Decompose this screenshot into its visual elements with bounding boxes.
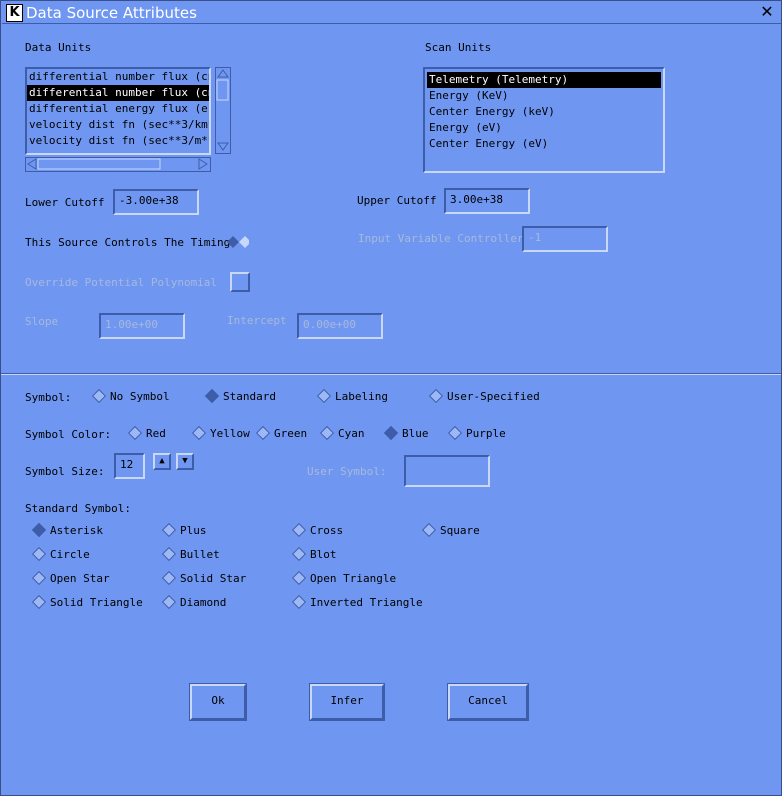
radio-diamond-icon (291, 522, 307, 538)
std-symbol-bullet[interactable]: Bullet (161, 546, 220, 562)
std-symbol-open-star[interactable]: Open Star (31, 570, 110, 586)
scan-units-item[interactable]: Center Energy (keV) (427, 104, 663, 120)
std-symbol-circle[interactable]: Circle (31, 546, 90, 562)
cancel-button-frame: Cancel (447, 683, 529, 721)
timing-label: This Source Controls The Timing (25, 236, 231, 249)
color-option-blue[interactable]: Blue (383, 425, 429, 441)
radio-diamond-icon (31, 546, 47, 562)
radio-diamond-icon (291, 570, 307, 586)
radio-diamond-icon (421, 522, 437, 538)
radio-diamond-icon (161, 570, 177, 586)
std-symbol-diamond[interactable]: Diamond (161, 594, 226, 610)
radio-diamond-icon (204, 388, 220, 404)
radio-diamond-icon (319, 425, 335, 441)
data-units-item[interactable]: velocity dist fn (sec**3/km**6 (27, 117, 209, 133)
upper-cutoff-label: Upper Cutoff (357, 194, 437, 207)
color-option-purple[interactable]: Purple (447, 425, 506, 441)
radio-diamond-icon (127, 425, 143, 441)
data-units-vertical-scrollbar[interactable] (215, 67, 231, 154)
scan-units-item[interactable]: Energy (eV) (427, 120, 663, 136)
section-divider (1, 373, 781, 375)
upper-cutoff-field[interactable]: 3.00e+38 (444, 188, 530, 214)
scan-units-item[interactable]: Center Energy (eV) (427, 136, 663, 152)
std-symbol-square[interactable]: Square (421, 522, 480, 538)
infer-button[interactable]: Infer (310, 684, 384, 720)
radio-diamond-icon (316, 388, 332, 404)
dialog-window: K Data Source Attributes ✕ Data Units di… (0, 0, 782, 796)
size-down-arrow-icon[interactable]: ▼ (176, 453, 194, 470)
slope-field[interactable]: 1.00e+00 (99, 313, 185, 339)
radio-diamond-icon (161, 546, 177, 562)
std-symbol-asterisk[interactable]: Asterisk (31, 522, 103, 538)
std-symbol-cross[interactable]: Cross (291, 522, 343, 538)
scan-units-list[interactable]: Telemetry (Telemetry) Energy (KeV) Cente… (423, 67, 665, 173)
scrollbar-arrows-icon[interactable] (216, 68, 230, 153)
radio-diamond-icon (31, 522, 47, 538)
override-checkbox[interactable] (230, 272, 250, 292)
radio-diamond-icon (31, 570, 47, 586)
std-symbol-open-triangle[interactable]: Open Triangle (291, 570, 396, 586)
lower-cutoff-field[interactable]: -3.00e+38 (113, 189, 199, 215)
scan-units-item[interactable]: Energy (KeV) (427, 88, 663, 104)
radio-diamond-icon (447, 425, 463, 441)
size-up-arrow-icon[interactable]: ▲ (153, 453, 171, 470)
scan-units-item-selected[interactable]: Telemetry (Telemetry) (427, 72, 661, 88)
radio-diamond-icon (161, 522, 177, 538)
close-icon[interactable]: ✕ (759, 4, 775, 20)
ok-button-frame: Ok (189, 683, 247, 721)
symbol-label: Symbol: (25, 391, 72, 404)
scan-units-label: Scan Units (425, 41, 492, 54)
std-symbol-inverted-triangle[interactable]: Inverted Triangle (291, 594, 423, 610)
data-units-item[interactable]: differential number flux (cnt. (27, 69, 209, 85)
radio-diamond-icon (291, 546, 307, 562)
std-symbol-plus[interactable]: Plus (161, 522, 207, 538)
symbol-option-labeling[interactable]: Labeling (316, 388, 388, 404)
radio-diamond-icon (31, 594, 47, 610)
data-units-label: Data Units (25, 41, 92, 54)
data-units-horizontal-scrollbar[interactable] (25, 157, 211, 172)
std-symbol-solid-star[interactable]: Solid Star (161, 570, 246, 586)
std-symbol-solid-triangle[interactable]: Solid Triangle (31, 594, 143, 610)
symbol-color-label: Symbol Color: (25, 428, 112, 441)
user-symbol-field[interactable] (404, 455, 490, 487)
standard-symbol-label: Standard Symbol: (25, 502, 131, 515)
symbol-option-no-symbol[interactable]: No Symbol (91, 388, 170, 404)
color-option-green[interactable]: Green (255, 425, 307, 441)
color-option-yellow[interactable]: Yellow (191, 425, 250, 441)
slope-label: Slope (25, 315, 59, 328)
radio-diamond-icon (91, 388, 107, 404)
ok-button[interactable]: Ok (190, 684, 246, 720)
symbol-option-user-specified[interactable]: User-Specified (428, 388, 540, 404)
radio-diamond-icon (161, 594, 177, 610)
title-bar[interactable]: K Data Source Attributes ✕ (2, 2, 781, 24)
radio-diamond-icon (383, 425, 399, 441)
color-option-cyan[interactable]: Cyan (319, 425, 365, 441)
radio-diamond-icon (291, 594, 307, 610)
radio-diamond-icon (191, 425, 207, 441)
intercept-label: Intercept (227, 314, 287, 327)
radio-diamond-icon (255, 425, 271, 441)
intercept-field[interactable]: 0.00e+00 (297, 313, 383, 339)
data-units-list[interactable]: differential number flux (cnt. different… (25, 67, 211, 155)
symbol-size-label: Symbol Size: (25, 465, 105, 478)
symbol-size-field[interactable]: 12 (114, 453, 145, 479)
std-symbol-blot[interactable]: Blot (291, 546, 337, 562)
radio-diamond-icon (428, 388, 444, 404)
cancel-button[interactable]: Cancel (448, 684, 528, 720)
lower-cutoff-label: Lower Cutoff (25, 196, 105, 209)
window-title: Data Source Attributes (26, 4, 197, 22)
data-units-item[interactable]: velocity dist fn (sec**3/m**6 (27, 133, 209, 149)
horizontal-scrollbar-arrows-icon[interactable] (26, 158, 210, 171)
controller-label: Input Variable Controller (358, 232, 524, 245)
override-label: Override Potential Polynomial (25, 276, 218, 289)
data-units-item[interactable]: differential energy flux (erg. (27, 101, 209, 117)
controller-field[interactable]: -1 (522, 226, 608, 252)
infer-button-frame: Infer (309, 683, 385, 721)
color-option-red[interactable]: Red (127, 425, 166, 441)
user-symbol-label: User Symbol: (307, 465, 387, 478)
data-units-item-selected[interactable]: differential number flux (cnt. (27, 85, 209, 101)
symbol-option-standard[interactable]: Standard (204, 388, 276, 404)
timing-toggle-icon[interactable] (227, 236, 249, 248)
window-menu-icon[interactable]: K (6, 4, 23, 22)
